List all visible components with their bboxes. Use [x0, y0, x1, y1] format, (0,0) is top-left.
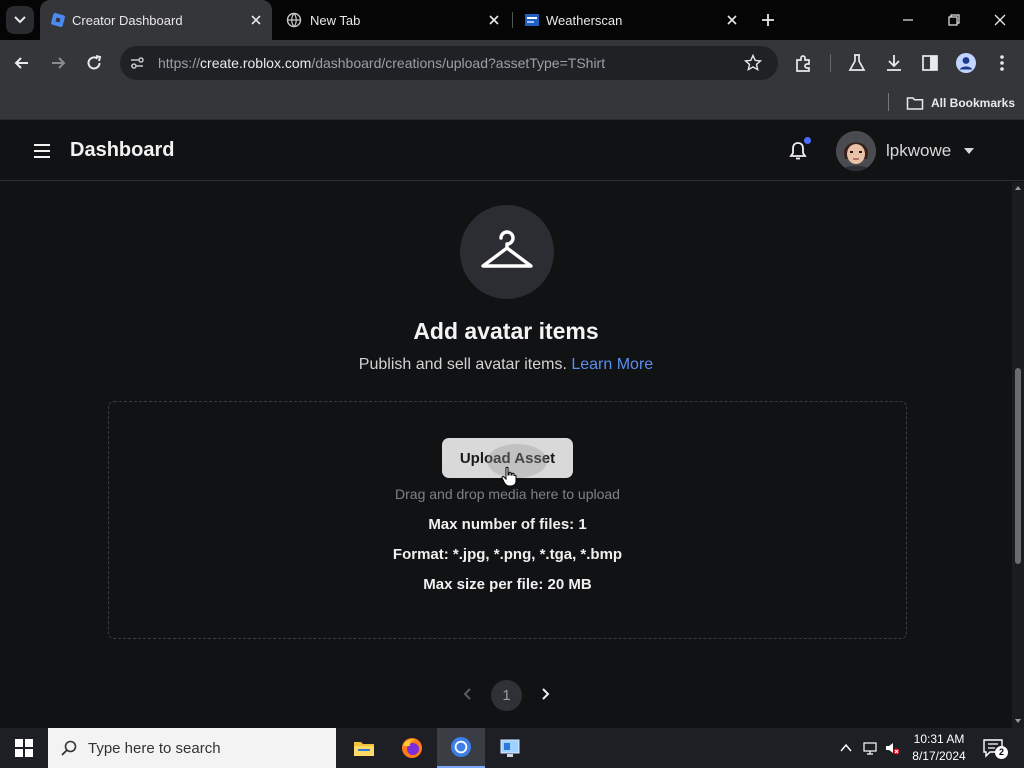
upload-dropzone[interactable]: Upload Asset Drag and drop media here to… — [108, 401, 907, 639]
scrollbar-thumb[interactable] — [1015, 368, 1021, 564]
clock-time: 10:31 AM — [913, 732, 965, 746]
page-title: Dashboard — [70, 139, 175, 161]
bookmarks-bar: All Bookmarks — [0, 86, 1024, 120]
new-tab-plus-icon[interactable] — [760, 12, 776, 28]
pinned-app[interactable] — [486, 728, 534, 768]
vertical-scrollbar[interactable] — [1012, 182, 1024, 728]
description-text: Publish and sell avatar items. — [358, 356, 567, 373]
tab-title: New Tab — [310, 13, 361, 28]
tab-search-button[interactable] — [6, 6, 34, 34]
forward-arrow-icon[interactable] — [47, 52, 69, 74]
file-explorer-app[interactable] — [340, 728, 388, 768]
hand-cursor-icon — [501, 466, 517, 487]
pagination-page-current[interactable]: 1 — [491, 680, 522, 711]
chrome-app[interactable] — [437, 728, 485, 768]
folder-icon — [354, 742, 374, 756]
username[interactable]: lpkwowe — [886, 141, 951, 161]
notification-count: 2 — [995, 746, 1008, 759]
button-ripple — [487, 444, 547, 478]
system-clock[interactable]: 10:31 AM 8/17/2024 — [900, 731, 978, 765]
tab-weatherscan[interactable]: Weatherscan — [514, 0, 746, 40]
max-files-info: Max number of files: 1 — [428, 516, 587, 533]
scroll-up-icon[interactable] — [1015, 185, 1021, 191]
extensions-puzzle-icon[interactable] — [793, 52, 815, 74]
url-scheme: https:// — [158, 55, 201, 71]
window-close-icon[interactable] — [990, 10, 1010, 30]
hanger-icon-badge — [460, 205, 554, 299]
learn-more-link[interactable]: Learn More — [571, 356, 653, 373]
url-text: https://create.roblox.com/dashboard/crea… — [158, 55, 605, 71]
pagination-next-icon[interactable] — [539, 687, 551, 701]
bookmark-star-icon[interactable] — [744, 54, 762, 72]
page-heading: Add avatar items — [413, 318, 599, 344]
close-icon[interactable] — [249, 13, 263, 27]
bookmarks-divider — [888, 93, 889, 111]
toolbar-divider — [830, 54, 831, 72]
tab-new-tab[interactable]: New Tab — [278, 0, 510, 40]
chrome-icon — [451, 737, 471, 757]
monitor-app-icon — [500, 739, 520, 757]
back-arrow-icon[interactable] — [11, 52, 33, 74]
max-size-info: Max size per file: 20 MB — [423, 576, 592, 593]
download-icon[interactable] — [883, 52, 905, 74]
url-host: create.roblox.com — [200, 55, 312, 71]
tab-title: Weatherscan — [546, 13, 623, 28]
roblox-studio-icon — [51, 13, 65, 27]
windows-logo-icon — [15, 739, 33, 757]
profile-icon[interactable] — [955, 52, 977, 74]
more-menu-icon[interactable] — [991, 52, 1013, 74]
labs-flask-icon[interactable] — [846, 52, 868, 74]
avatar[interactable] — [836, 131, 876, 171]
user-avatar-icon — [836, 131, 876, 171]
restore-icon[interactable] — [944, 10, 964, 30]
tab-divider — [512, 12, 513, 28]
browser-tab-strip: Creator Dashboard New Tab Weatherscan — [0, 0, 1024, 40]
page-description: Publish and sell avatar items. Learn Mor… — [0, 356, 1012, 374]
volume-muted-icon[interactable] — [884, 740, 900, 756]
close-icon[interactable] — [725, 13, 739, 27]
firefox-app[interactable] — [388, 728, 436, 768]
upload-page-content: Add avatar items Publish and sell avatar… — [0, 182, 1012, 728]
chevron-down-icon — [14, 16, 26, 24]
site-settings-icon[interactable] — [129, 55, 145, 71]
hanger-icon — [481, 230, 533, 268]
search-placeholder: Type here to search — [88, 740, 221, 757]
folder-icon — [906, 97, 924, 110]
chevron-up-icon[interactable] — [838, 740, 854, 756]
taskbar-search-box[interactable]: Type here to search — [48, 728, 336, 768]
hamburger-menu-icon[interactable] — [32, 143, 52, 159]
tab-creator-dashboard[interactable]: Creator Dashboard — [40, 0, 272, 40]
browser-toolbar: https://create.roblox.com/dashboard/crea… — [0, 40, 1024, 86]
network-icon[interactable] — [862, 740, 878, 756]
url-path: /dashboard/creations/upload?assetType=TS… — [311, 55, 606, 71]
dashboard-header: Dashboard lpkwowe — [0, 121, 1024, 181]
close-icon[interactable] — [487, 13, 501, 27]
weatherscan-icon — [525, 14, 539, 26]
notification-badge — [804, 137, 811, 144]
reload-icon[interactable] — [83, 52, 105, 74]
tab-title: Creator Dashboard — [72, 13, 183, 28]
firefox-icon — [402, 738, 422, 758]
start-button[interactable] — [0, 728, 48, 768]
minimize-icon[interactable] — [898, 10, 918, 30]
windows-taskbar: Type here to search 10:31 AM 8/17/2024 2 — [0, 728, 1024, 768]
side-panel-icon[interactable] — [919, 52, 941, 74]
search-icon — [61, 740, 77, 756]
caret-down-icon[interactable] — [964, 148, 974, 154]
format-info: Format: *.jpg, *.png, *.tga, *.bmp — [392, 546, 623, 563]
all-bookmarks-label: All Bookmarks — [931, 96, 1016, 110]
clock-date: 8/17/2024 — [912, 749, 966, 763]
pagination-prev-icon[interactable] — [462, 687, 474, 701]
address-bar[interactable]: https://create.roblox.com/dashboard/crea… — [120, 46, 778, 80]
all-bookmarks-button[interactable]: All Bookmarks — [906, 92, 1015, 114]
globe-icon — [286, 12, 302, 28]
dropzone-hint: Drag and drop media here to upload — [395, 486, 620, 502]
scroll-down-icon[interactable] — [1015, 718, 1021, 724]
